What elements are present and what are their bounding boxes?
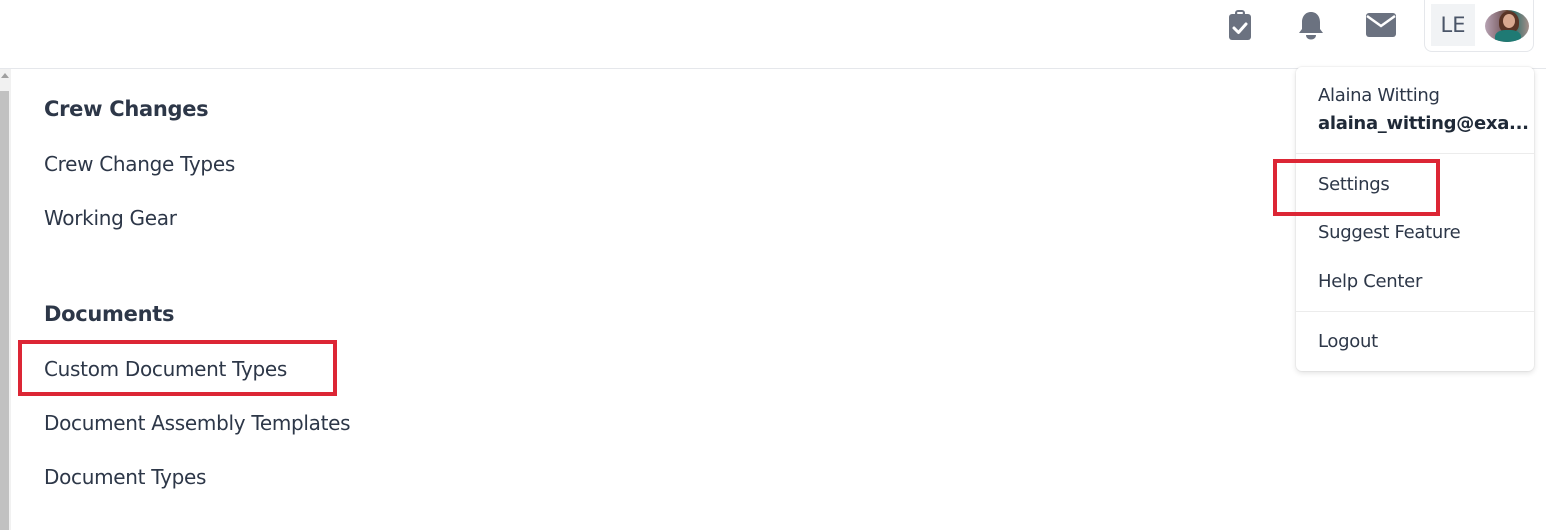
- user-initials-badge: LE: [1431, 4, 1475, 46]
- vertical-scrollbar[interactable]: [0, 69, 11, 530]
- clipboard-check-icon: [1229, 10, 1251, 40]
- link-working-gear[interactable]: Working Gear: [44, 206, 177, 230]
- menu-divider: [1296, 153, 1534, 154]
- envelope-icon: [1366, 13, 1396, 37]
- menu-item-settings[interactable]: Settings: [1318, 174, 1390, 195]
- messages-button[interactable]: [1366, 10, 1396, 40]
- link-document-types[interactable]: Document Types: [44, 465, 206, 489]
- avatar: [1485, 10, 1529, 42]
- scrollbar-thumb[interactable]: [0, 91, 9, 530]
- top-navigation-bar: LE: [0, 0, 1546, 69]
- user-menu-button[interactable]: LE: [1424, 0, 1534, 52]
- link-custom-document-types[interactable]: Custom Document Types: [44, 357, 287, 381]
- section-title-crew-changes: Crew Changes: [44, 97, 209, 121]
- bell-icon: [1299, 12, 1323, 40]
- user-email: alaina_witting@exa...: [1318, 113, 1529, 134]
- tasks-button[interactable]: [1225, 10, 1255, 40]
- menu-divider: [1296, 311, 1534, 312]
- notifications-button[interactable]: [1296, 10, 1326, 40]
- menu-item-help-center[interactable]: Help Center: [1318, 271, 1422, 292]
- link-crew-change-types[interactable]: Crew Change Types: [44, 152, 235, 176]
- link-document-assembly-templates[interactable]: Document Assembly Templates: [44, 411, 351, 435]
- section-title-documents: Documents: [44, 302, 175, 326]
- user-dropdown-menu: Alaina Witting alaina_witting@exa... Set…: [1296, 67, 1534, 371]
- user-name: Alaina Witting: [1318, 85, 1440, 106]
- menu-item-suggest-feature[interactable]: Suggest Feature: [1318, 222, 1461, 243]
- menu-item-logout[interactable]: Logout: [1318, 331, 1378, 352]
- scroll-up-arrow-icon[interactable]: [1, 73, 9, 78]
